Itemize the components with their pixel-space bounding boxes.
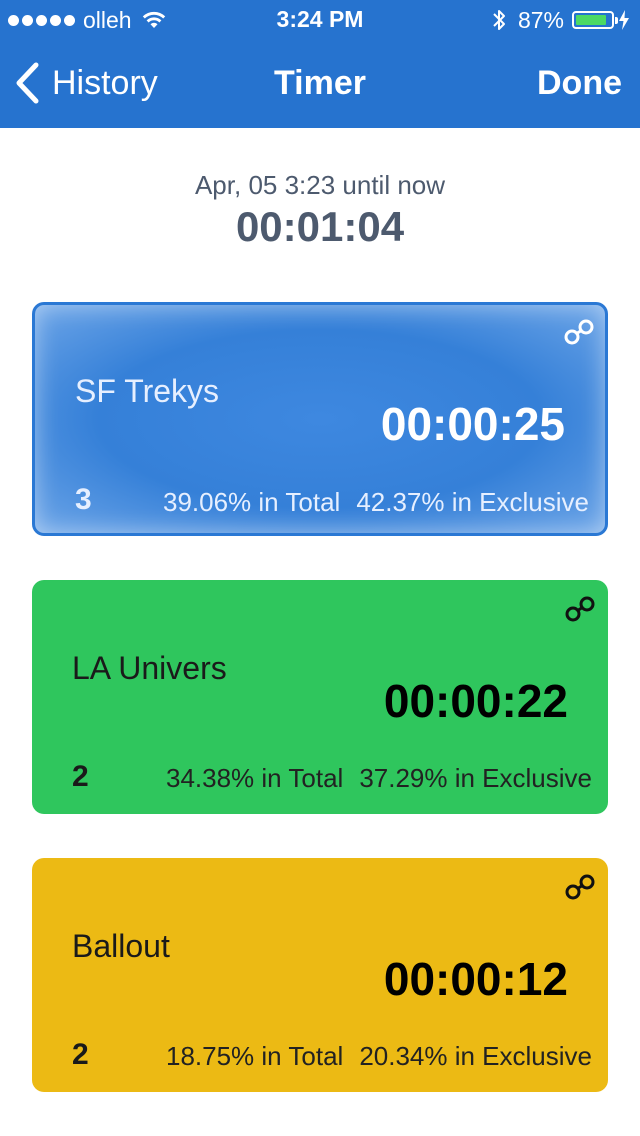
timer-card-sf-trekys[interactable]: SF Trekys 00:00:25 3 39.06% in Total 42.… bbox=[32, 302, 608, 536]
timer-time: 00:00:25 bbox=[380, 398, 565, 450]
percent-in-exclusive: 42.37% in Exclusive bbox=[356, 487, 589, 517]
timer-card-la-univers[interactable]: LA Univers 00:00:22 2 34.38% in Total 37… bbox=[32, 580, 608, 814]
percent-in-total: 34.38% in Total bbox=[165, 763, 344, 793]
timer-percentages: 18.75% in Total 20.34% in Exclusive bbox=[166, 1041, 592, 1072]
status-right: 87% bbox=[492, 7, 630, 33]
timer-percentages: 39.06% in Total 42.37% in Exclusive bbox=[163, 487, 589, 518]
link-icon[interactable] bbox=[563, 319, 595, 345]
back-button[interactable]: History bbox=[14, 62, 158, 104]
back-button-label: History bbox=[52, 63, 158, 102]
navigation-bar: History Timer Done bbox=[0, 40, 640, 128]
percent-in-exclusive: 20.34% in Exclusive bbox=[359, 1041, 592, 1071]
timer-percentages: 34.38% in Total 37.29% in Exclusive bbox=[166, 763, 592, 794]
timer-name: LA Univers bbox=[72, 650, 227, 686]
timer-name: Ballout bbox=[72, 928, 170, 964]
percent-in-total: 39.06% in Total bbox=[162, 487, 341, 517]
timer-name: SF Trekys bbox=[75, 373, 220, 409]
timer-count: 2 bbox=[72, 760, 89, 793]
percent-in-total: 18.75% in Total bbox=[165, 1041, 344, 1071]
timer-time: 00:00:22 bbox=[383, 675, 568, 727]
done-button[interactable]: Done bbox=[537, 64, 622, 103]
timer-count: 3 bbox=[75, 483, 92, 516]
battery-fill bbox=[576, 15, 606, 25]
status-bar: olleh 3:24 PM 87% bbox=[0, 0, 640, 40]
timer-count: 2 bbox=[72, 1038, 89, 1071]
bluetooth-icon bbox=[492, 8, 506, 32]
header: olleh 3:24 PM 87% History Timer Done bbox=[0, 0, 640, 128]
timer-card-ballout[interactable]: Ballout 00:00:12 2 18.75% in Total 20.34… bbox=[32, 858, 608, 1092]
timer-screen: olleh 3:24 PM 87% History Timer Done Apr… bbox=[0, 0, 640, 1136]
summary-total-time: 00:01:04 bbox=[235, 203, 405, 250]
battery-icon bbox=[572, 11, 618, 29]
battery-percent: 87% bbox=[517, 6, 564, 33]
percent-in-exclusive: 37.29% in Exclusive bbox=[359, 763, 592, 793]
link-icon[interactable] bbox=[564, 596, 596, 622]
charging-bolt-icon bbox=[618, 10, 630, 30]
summary-date-range: Apr, 05 3:23 until now bbox=[194, 170, 446, 200]
chevron-left-icon bbox=[14, 62, 40, 104]
timer-summary: Apr, 05 3:23 until now 00:01:04 bbox=[0, 170, 640, 251]
link-icon[interactable] bbox=[564, 874, 596, 900]
timer-time: 00:00:12 bbox=[383, 953, 568, 1005]
